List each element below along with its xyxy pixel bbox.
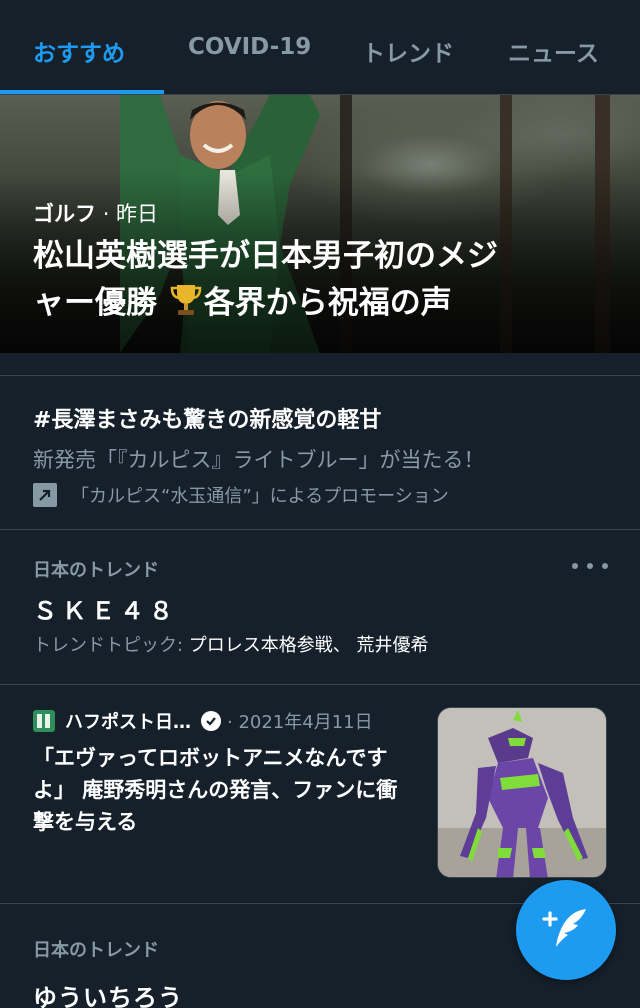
- divider: [0, 684, 640, 685]
- tab-recommended[interactable]: おすすめ: [33, 34, 125, 68]
- hero-meta: ゴルフ · 昨日: [33, 202, 159, 226]
- news-thumbnail: [437, 707, 607, 878]
- trend-context: 日本のトレンド: [33, 940, 159, 961]
- promo-by-text: 「カルピス“水玉通信”」によるプロモーション: [71, 486, 449, 507]
- explore-tabs: おすすめ COVID-19 トレンド ニュース: [0, 0, 640, 95]
- promo-description: 新発売「『カルピス』ライトブルー」が当たる！: [33, 448, 485, 472]
- news-source-logo: [33, 710, 55, 732]
- hero-title-line2a: ャー優勝: [33, 285, 157, 321]
- tab-news[interactable]: ニュース: [508, 34, 599, 68]
- tab-covid19[interactable]: COVID-19: [188, 34, 311, 60]
- trend-name: ＳＫＥ４８: [33, 597, 178, 625]
- divider: [0, 375, 640, 376]
- hero-title-line2b: 各界から祝福の声: [203, 285, 452, 321]
- verified-badge-icon: [201, 711, 221, 731]
- divider: [0, 529, 640, 530]
- hero-time: 昨日: [116, 202, 159, 226]
- more-dots-icon[interactable]: [572, 556, 608, 576]
- news-source-name: ハフポスト日…: [65, 712, 191, 733]
- news-title: 「エヴァってロボットアニメなんですよ」 庵野秀明さんの発言、ファンに衝撃を与える: [33, 746, 398, 834]
- hero-title-line1: 松山英樹選手が日本男子初のメジ: [33, 238, 498, 274]
- promo-attribution: 「カルピス“水玉通信”」によるプロモーション: [33, 482, 449, 508]
- promo-hashtag: #長澤まさみも驚きの新感覚の軽甘: [33, 408, 382, 433]
- hero-story[interactable]: ゴルフ · 昨日 松山英樹選手が日本男子初のメジ ャー優勝 各界から祝福の声: [0, 95, 640, 353]
- tab-trends[interactable]: トレンド: [362, 34, 454, 68]
- news-date: · 2021年4月11日: [227, 712, 373, 733]
- trend-topics-values: プロレス本格参戦、 荒井優希: [188, 635, 429, 656]
- news-source: ハフポスト日… · 2021年4月11日: [33, 708, 373, 734]
- compose-tweet-icon: [540, 905, 592, 955]
- trend-topics-label: トレンドトピック:: [33, 635, 189, 656]
- promoted-arrow-icon: [33, 483, 57, 507]
- hero-category: ゴルフ: [33, 202, 96, 226]
- trend-name: ゆういちろう: [33, 984, 183, 1008]
- hero-title: 松山英樹選手が日本男子初のメジ ャー優勝 各界から祝福の声: [33, 233, 613, 327]
- active-tab-indicator: [0, 90, 164, 94]
- trend-context: 日本のトレンド: [33, 560, 159, 581]
- trophy-icon: [170, 283, 202, 317]
- compose-tweet-button[interactable]: [516, 880, 616, 980]
- trend-topics: トレンドトピック: プロレス本格参戦、 荒井優希: [33, 631, 429, 657]
